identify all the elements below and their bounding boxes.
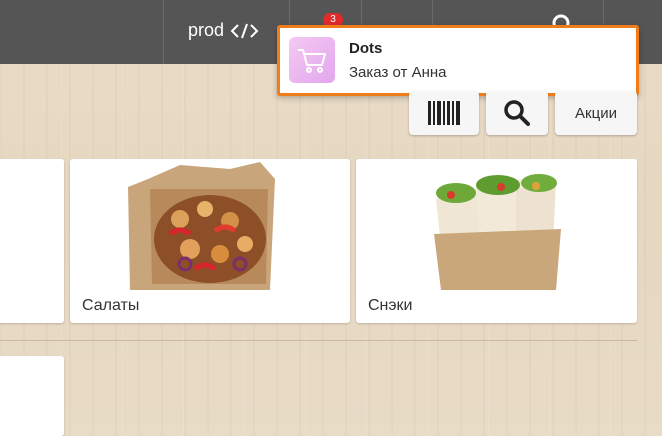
notification-message: Заказ от Анна	[349, 64, 447, 81]
order-notification[interactable]: Dots Заказ от Анна	[277, 25, 639, 96]
barcode-icon	[428, 101, 460, 125]
category-card-snacks[interactable]: Снэки	[356, 159, 637, 323]
category-label: Салаты	[82, 297, 140, 314]
salad-box-image	[70, 159, 350, 290]
search-icon	[504, 100, 530, 126]
environment-label: prod	[188, 20, 225, 40]
notification-title: Dots	[349, 40, 383, 57]
search-button[interactable]	[486, 91, 548, 135]
barcode-button[interactable]	[409, 91, 479, 135]
code-icon	[230, 23, 259, 38]
promo-button[interactable]: Акции	[555, 91, 637, 135]
section-divider	[0, 340, 637, 341]
category-card[interactable]	[0, 356, 64, 436]
wrap-image	[356, 159, 637, 290]
cart-icon	[289, 37, 335, 83]
category-image	[0, 159, 64, 290]
category-card-salads[interactable]: Салаты	[70, 159, 350, 323]
environment-toggle[interactable]: prod	[188, 20, 260, 41]
category-card[interactable]	[0, 159, 64, 323]
top-bar-divider	[163, 0, 164, 64]
category-label: Снэки	[368, 297, 413, 314]
